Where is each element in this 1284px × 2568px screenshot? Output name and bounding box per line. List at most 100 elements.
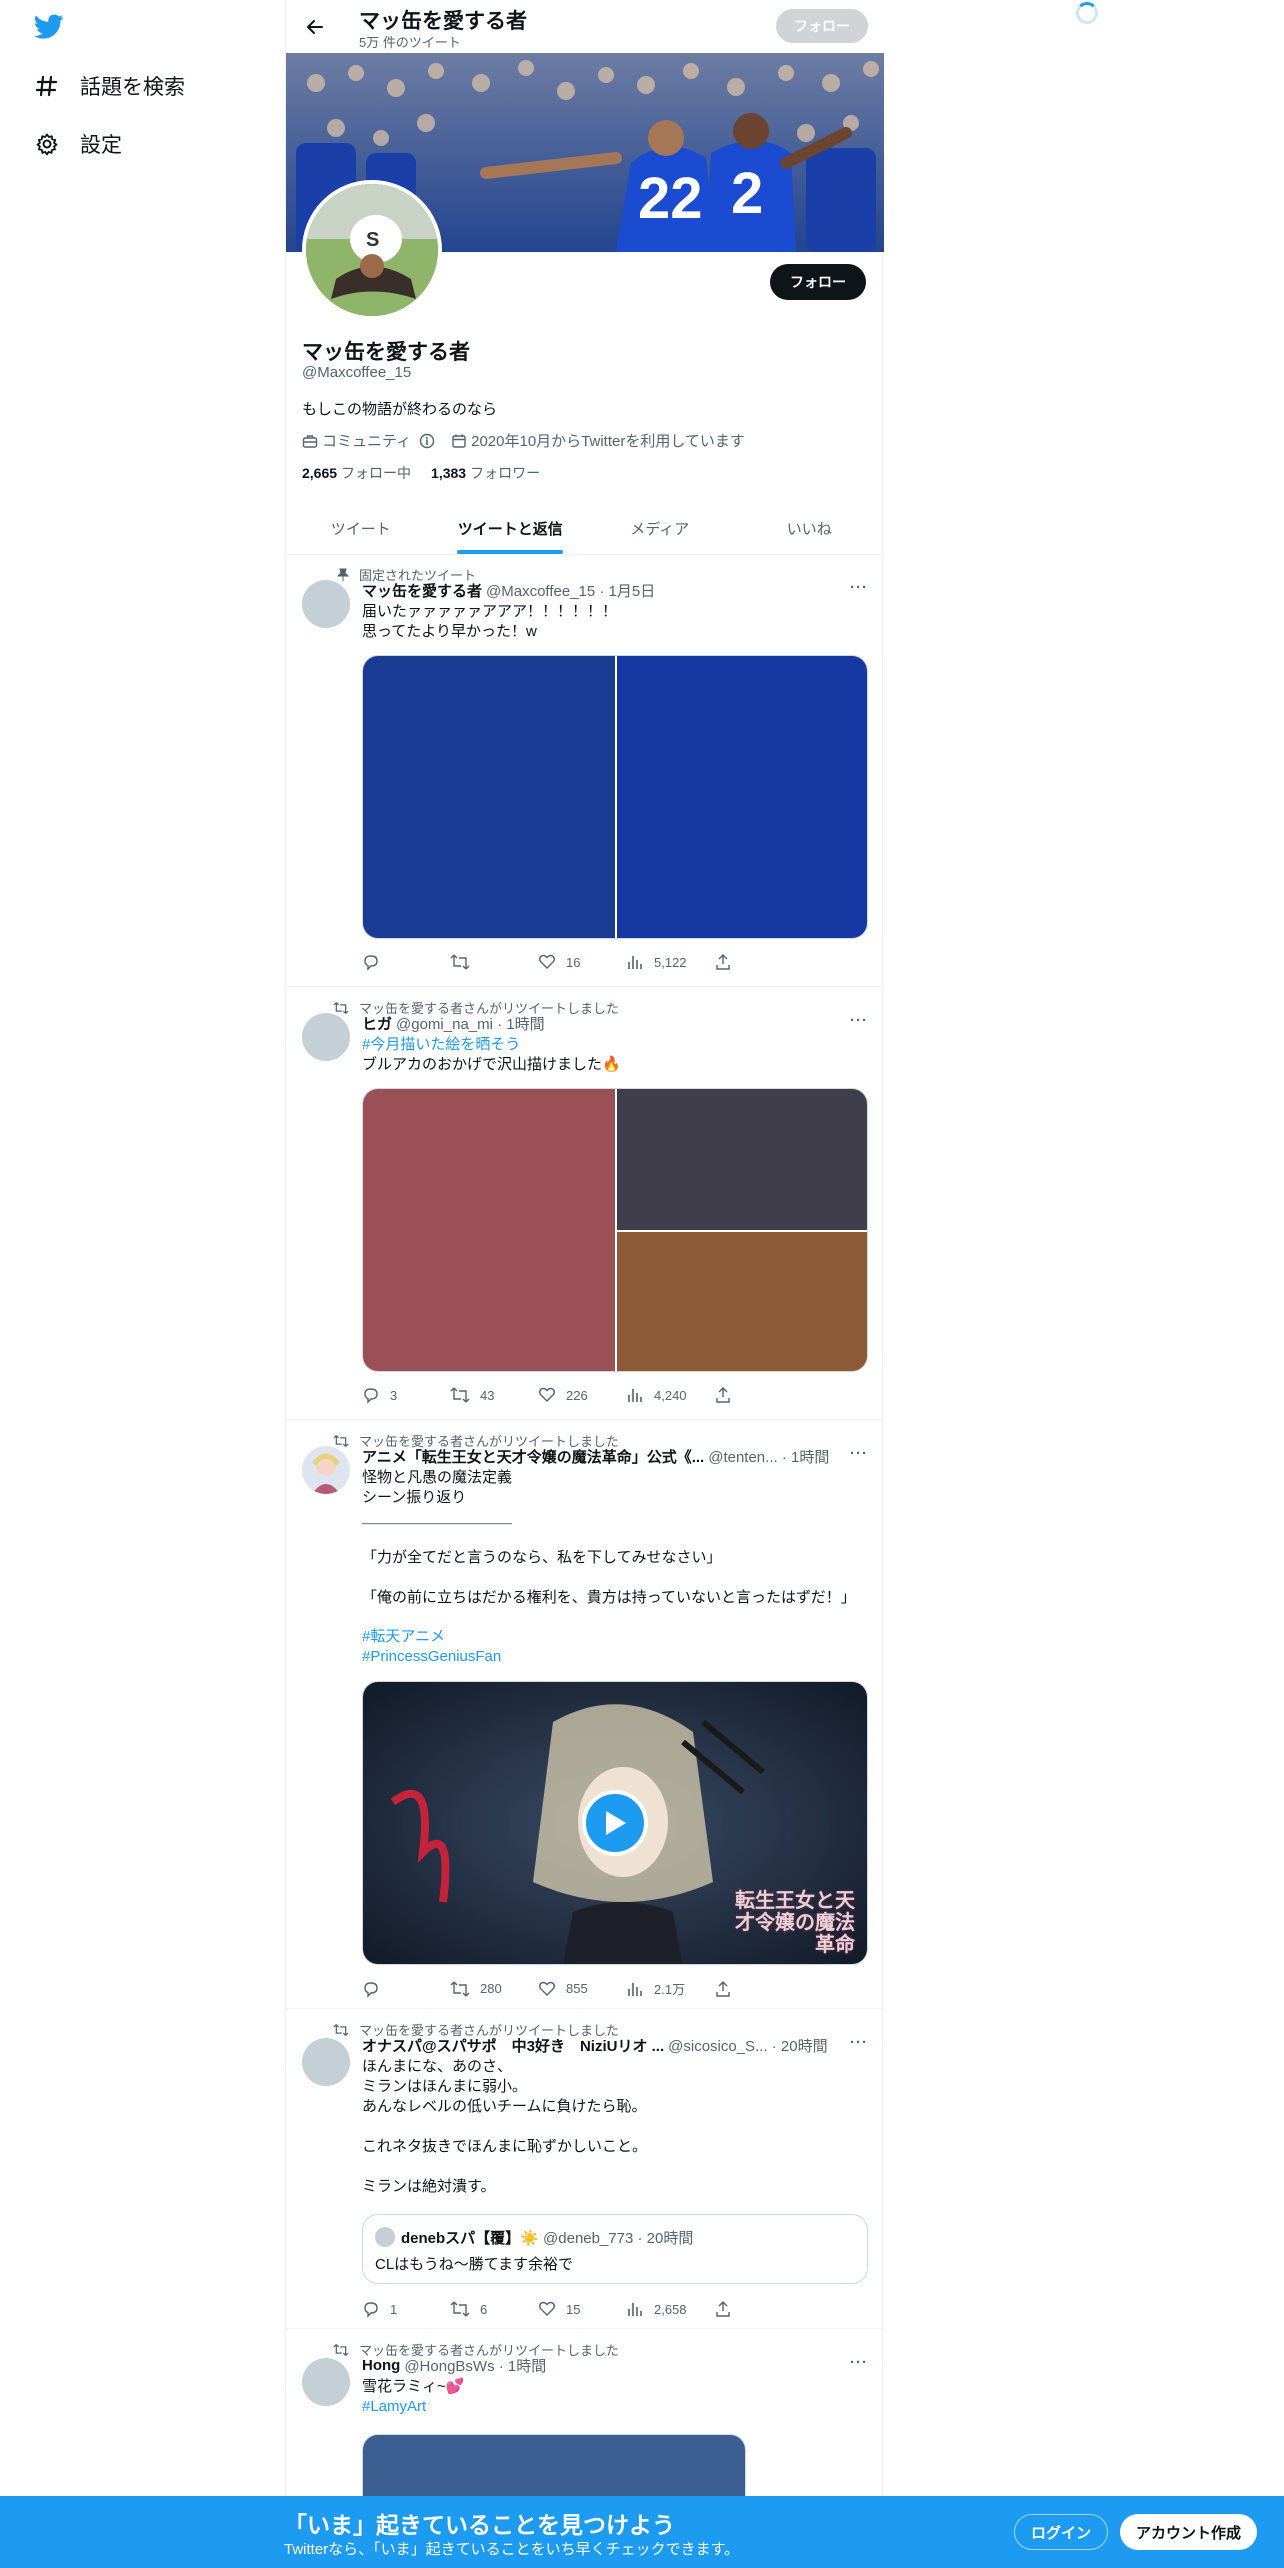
retweet-button[interactable]: 6 [450,2300,538,2318]
header-follow-button[interactable]: フォロー [776,9,868,43]
nav-explore[interactable]: 話題を検索 [34,66,185,106]
views-button[interactable]: 2,658 [626,2300,714,2318]
more-options-icon[interactable]: ··· [850,579,868,596]
tweet[interactable]: マッ缶を愛する者さんがリツイートしました ヒガ @gomi_na_mi · 1時… [286,988,884,1420]
tweet-hashtag[interactable]: #転天アニメ [362,1627,868,1647]
tweet-header: オナスパ@スパサポ 中3好き NiziUリオ ... @sicosico_S..… [362,2035,828,2056]
svg-text:22: 22 [638,166,703,231]
views-button[interactable]: 2.1万 [626,1979,714,1998]
play-icon[interactable] [582,1790,648,1856]
reply-button[interactable] [362,953,450,971]
login-button[interactable]: ログイン [1014,2514,1109,2550]
tweet-header: Hong @HongBsWs · 1時間 [362,2355,546,2376]
tweet-hashtag[interactable]: #PrincessGeniusFan [362,1647,868,1667]
prompt-title: 「いま」起きていることを見つけよう [284,2512,675,2538]
like-button[interactable]: 855 [538,1979,626,1998]
retweet-button[interactable]: 43 [450,1386,538,1404]
following-label: フォロー中 [341,465,412,481]
tweet-author-meta: @tenten... · 1時間 [708,1449,830,1466]
tweet-hashtag[interactable]: #今月描いた絵を晒そう [362,1035,868,1055]
avatar[interactable] [302,1446,350,1494]
share-icon [716,1980,730,1997]
tab-likes[interactable]: いいね [735,502,885,554]
tab-tweets[interactable]: ツイート [286,502,436,554]
category-label: コミュニティ [322,433,412,450]
calendar-icon [452,434,466,448]
nav-settings[interactable]: 設定 [34,124,122,164]
avatar[interactable] [302,2358,350,2406]
reply-button[interactable] [362,1979,450,1998]
share-icon [716,1387,730,1403]
tweet-hashtag[interactable]: #LamyArt [362,2397,868,2417]
retweet-icon [333,2023,349,2037]
tweet-author-meta: @gomi_na_mi · 1時間 [396,1016,545,1033]
tweet-author-name[interactable]: アニメ「転生王女と天才令嬢の魔法革命」公式《... [362,1446,704,1467]
reply-icon [364,1388,378,1404]
signup-button[interactable]: アカウント作成 [1120,2514,1258,2550]
quoted-tweet[interactable]: denebスパ【覆】☀️ @deneb_773 · 20時間 CLはもうね〜勝て… [362,2214,868,2284]
tab-tweets-and-replies[interactable]: ツイートと返信 [436,502,586,554]
back-arrow-icon[interactable] [300,12,330,42]
share-icon [716,2301,730,2317]
profile-avatar[interactable]: S [302,180,442,320]
quote-avatar [375,2227,395,2247]
quote-author-meta: @deneb_773 · 20時間 [543,2230,694,2247]
avatar[interactable] [302,580,350,628]
more-options-icon[interactable]: ··· [850,2354,868,2371]
more-options-icon[interactable]: ··· [850,2034,868,2051]
share-button[interactable] [714,953,802,971]
avatar[interactable] [302,2038,350,2086]
following-link[interactable]: 2,665 フォロー中 [302,463,411,483]
followers-link[interactable]: 1,383 フォロワー [431,463,540,483]
reply-icon [364,955,378,971]
reply-button[interactable]: 1 [362,2300,450,2318]
like-button[interactable]: 16 [538,953,626,971]
tweet[interactable]: マッ缶を愛する者さんがリツイートしました オナスパ@スパサポ 中3好き Nizi… [286,2010,884,2329]
main-column: マッ缶を愛する者 5万 件のツイート フォロー 22 2 S フォロー マッ缶を… [285,0,885,2568]
tweet-media[interactable] [362,1088,868,1372]
profile-name: マッ缶を愛する者 [302,341,470,364]
tweet-header: マッ缶を愛する者 @Maxcoffee_15 · 1月5日 [362,580,655,601]
views-button[interactable]: 5,122 [626,953,714,971]
share-button[interactable] [714,2300,802,2318]
more-options-icon[interactable]: ··· [850,1445,868,1462]
tab-media[interactable]: メディア [585,502,735,554]
signup-prompt-bar: 「いま」起きていることを見つけよう Twitterなら、「いま」起きていることを… [0,2496,1284,2568]
tweet-actions: 280 855 2.1万 [362,1979,802,1998]
tweet-text: 届いたァァァァァアアア！！！！！！ 思ってたより早かった！w [362,603,618,640]
heart-icon [539,954,555,969]
quote-header: denebスパ【覆】☀️ @deneb_773 · 20時間 [401,2227,693,2248]
view-count: 5,122 [654,954,687,970]
reply-button[interactable]: 3 [362,1386,450,1404]
like-button[interactable]: 15 [538,2300,626,2318]
tweet-author-name[interactable]: オナスパ@スパサポ 中3好き NiziUリオ ... [362,2035,664,2056]
retweet-icon [333,1001,349,1015]
tweet-media[interactable] [362,655,868,939]
following-count: 2,665 [302,465,338,481]
retweet-count: 43 [480,1387,495,1403]
twitter-logo-icon[interactable] [34,14,64,42]
share-button[interactable] [714,1386,802,1404]
svg-text:S: S [366,229,379,251]
views-button[interactable]: 4,240 [626,1386,714,1404]
more-options-icon[interactable]: ··· [850,1012,868,1029]
tweet[interactable]: マッ缶を愛する者さんがリツイートしました アニメ「転生王女と天才令嬢の魔法革命」… [286,1421,884,2009]
avatar[interactable] [302,1013,350,1061]
retweet-button[interactable]: 280 [450,1979,538,1998]
like-button[interactable]: 226 [538,1386,626,1404]
follow-button[interactable]: フォロー [770,264,866,300]
tweet-author-name[interactable]: Hong [362,2357,400,2374]
tweet-text: ブルアカのおかげで沢山描けました🔥 [362,1056,621,1073]
retweet-icon [450,2301,470,2317]
tweet[interactable]: 固定されたツイート マッ缶を愛する者 @Maxcoffee_15 · 1月5日 … [286,555,884,987]
retweet-button[interactable] [450,953,538,971]
header-tweet-count: 5万 件のツイート [359,35,461,50]
reply-icon [364,2302,378,2318]
tweet-video[interactable]: 転生王女と天才令嬢の魔法革命 [362,1681,868,1965]
like-count: 855 [566,1981,588,1996]
loading-spinner-icon [1076,2,1098,24]
share-button[interactable] [714,1979,802,1998]
followers-label: フォロワー [470,465,541,481]
tweet-author-name[interactable]: ヒガ [362,1013,392,1034]
tweet-author-name[interactable]: マッ缶を愛する者 [362,580,482,601]
